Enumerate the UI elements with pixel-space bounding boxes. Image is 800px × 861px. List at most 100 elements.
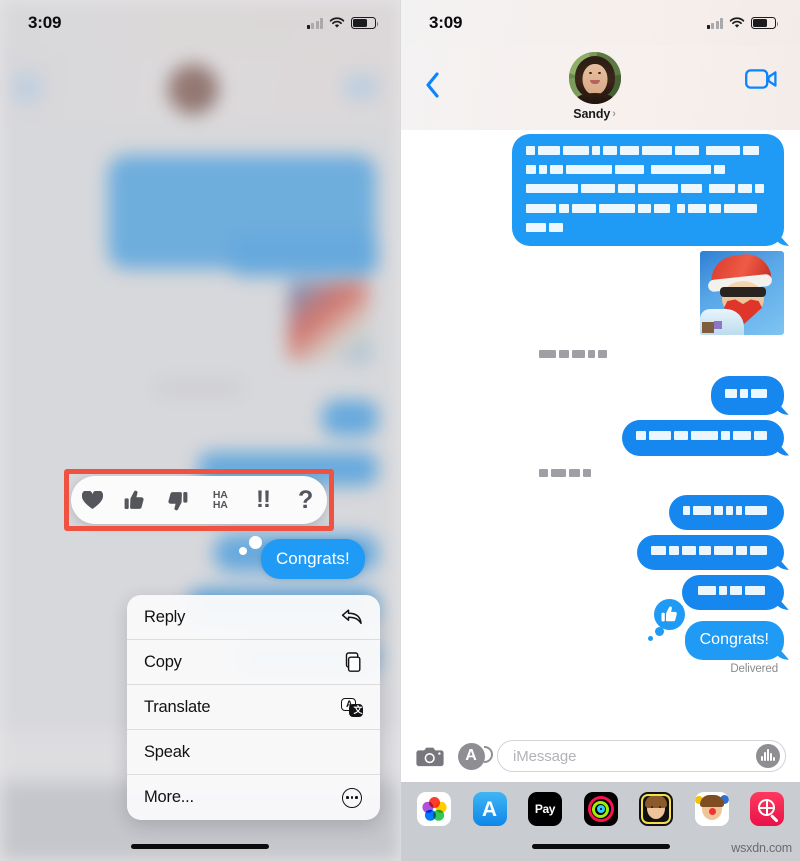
tapback-haha-label: HA HA <box>212 489 228 511</box>
facetime-video-icon[interactable] <box>744 66 778 92</box>
cellular-signal-icon <box>306 17 323 29</box>
avatar[interactable] <box>568 52 621 104</box>
focused-message-bubble[interactable]: Congrats! <box>239 536 365 579</box>
tapback-heart-icon[interactable] <box>75 483 109 517</box>
message-row[interactable] <box>417 534 784 571</box>
tapback-thumbs-up-icon[interactable] <box>118 483 152 517</box>
congrats-bubble-wrapper[interactable]: Congrats! <box>647 599 784 660</box>
back-chevron-icon[interactable] <box>419 66 445 104</box>
wifi-icon <box>729 17 745 29</box>
message-row-congrats[interactable]: Congrats! <box>417 599 784 660</box>
redacted-timestamp-label <box>535 344 614 369</box>
message-thread[interactable]: Congrats! Delivered <box>401 130 800 738</box>
context-menu-item-reply[interactable]: Reply <box>127 595 380 640</box>
context-menu-item-speak[interactable]: Speak <box>127 730 380 775</box>
message-context-menu[interactable]: Reply Copy Translate A 文 Speak More... <box>127 595 380 820</box>
imessage-input-placeholder: iMessage <box>513 747 577 765</box>
message-row[interactable] <box>417 134 784 246</box>
message-input-bar[interactable]: A iMessage <box>401 730 800 782</box>
battery-icon <box>751 17 779 29</box>
tapback-question-label: ? <box>297 485 314 514</box>
context-menu-item-more[interactable]: More... <box>127 775 380 820</box>
contact-name-row[interactable]: Sandy › <box>573 107 616 121</box>
message-bubble-redacted[interactable] <box>669 494 784 530</box>
context-menu-label-reply: Reply <box>144 607 186 626</box>
message-row[interactable] <box>417 420 784 456</box>
message-bubble-redacted[interactable] <box>637 534 784 571</box>
redacted-text <box>725 386 770 405</box>
message-bubble-redacted[interactable] <box>512 134 784 246</box>
message-bubble-redacted[interactable] <box>622 420 784 456</box>
app-icon-fitness[interactable] <box>583 792 618 826</box>
message-row[interactable] <box>417 250 784 335</box>
message-row <box>417 344 784 369</box>
battery-icon <box>351 17 379 29</box>
tapback-exclamation-icon[interactable]: !! <box>246 483 280 517</box>
context-menu-label-copy: Copy <box>144 652 182 671</box>
translate-icon: A文 <box>341 696 363 718</box>
tapback-question-icon[interactable]: ? <box>289 483 323 517</box>
tapback-reaction-picker[interactable]: HA HA !! ? <box>71 476 327 524</box>
app-icon-app-store[interactable]: A <box>472 792 507 826</box>
reply-arrow-icon <box>341 606 363 628</box>
conversation-header: Sandy › <box>401 46 800 130</box>
redacted-timestamp-label <box>535 463 598 487</box>
screenshot-root: 3:09 HA HA !! ? Congrats! Reply Copy Tra… <box>0 0 800 861</box>
app-icon-memoji[interactable] <box>639 792 673 826</box>
message-row <box>417 463 784 487</box>
message-row[interactable] <box>417 376 784 416</box>
context-menu-label-translate: Translate <box>144 697 211 716</box>
app-icon-images-search[interactable] <box>750 792 784 826</box>
message-bubble-redacted[interactable] <box>711 376 784 416</box>
tapback-thumbs-down-icon[interactable] <box>161 483 195 517</box>
chevron-right-icon: › <box>612 107 616 120</box>
redacted-text <box>636 428 770 447</box>
speak-icon-placeholder <box>341 741 363 763</box>
focused-bubble-text: Congrats! <box>261 539 365 579</box>
ellipsis-circle-icon <box>341 787 363 809</box>
imessage-input-field[interactable]: iMessage <box>497 740 786 772</box>
tapback-haha-icon[interactable]: HA HA <box>203 483 237 517</box>
status-bar-right: 3:09 <box>401 0 800 46</box>
contact-name-label: Sandy <box>573 107 611 121</box>
left-foreground: 3:09 HA HA !! ? Congrats! Reply Copy Tra… <box>0 0 400 861</box>
redacted-text <box>526 143 770 239</box>
right-phone-panel: 3:09 Sandy › Congrats! Delivered A iMess… <box>400 0 800 861</box>
redacted-text <box>539 347 610 366</box>
app-icon-photos[interactable] <box>417 792 451 826</box>
app-icon-memoji-stickers[interactable] <box>694 792 729 826</box>
app-store-icon[interactable]: A <box>456 741 493 771</box>
wifi-icon <box>329 17 345 29</box>
redacted-text <box>651 543 770 562</box>
status-time: 3:09 <box>28 13 62 32</box>
message-bubble-redacted[interactable] <box>682 575 784 611</box>
santa-sticker-image[interactable] <box>700 250 784 335</box>
congrats-bubble-text[interactable]: Congrats! <box>684 621 784 660</box>
thumbs-up-tapback-icon[interactable] <box>647 599 685 642</box>
context-menu-item-copy[interactable]: Copy <box>127 640 380 685</box>
cellular-signal-icon <box>706 17 723 29</box>
message-row[interactable] <box>417 575 784 611</box>
tapback-exclamation-label: !! <box>255 486 271 513</box>
context-menu-item-translate[interactable]: Translate A文 <box>127 685 380 730</box>
context-menu-label-speak: Speak <box>144 742 190 761</box>
copy-pages-icon <box>341 651 363 673</box>
home-indicator-right[interactable] <box>531 844 670 849</box>
app-icon-apple-pay[interactable]: Pay <box>528 792 562 826</box>
redacted-text <box>539 466 594 485</box>
watermark: wsxdn.com <box>731 841 792 855</box>
context-menu-label-more: More... <box>144 788 194 806</box>
contact-header[interactable]: Sandy › <box>568 52 621 121</box>
message-row[interactable] <box>417 494 784 530</box>
redacted-text <box>683 503 770 522</box>
home-indicator-left[interactable] <box>131 844 269 849</box>
status-icons <box>306 17 379 29</box>
status-icons-right <box>706 17 779 29</box>
redacted-text <box>698 583 768 602</box>
camera-icon[interactable] <box>415 741 445 771</box>
status-bar-left: 3:09 <box>0 0 400 46</box>
delivery-status-label: Delivered <box>730 662 778 675</box>
left-phone-panel: 3:09 HA HA !! ? Congrats! Reply Copy Tra… <box>0 0 400 861</box>
status-time-right: 3:09 <box>429 13 463 32</box>
audio-waveform-icon[interactable] <box>756 744 780 768</box>
